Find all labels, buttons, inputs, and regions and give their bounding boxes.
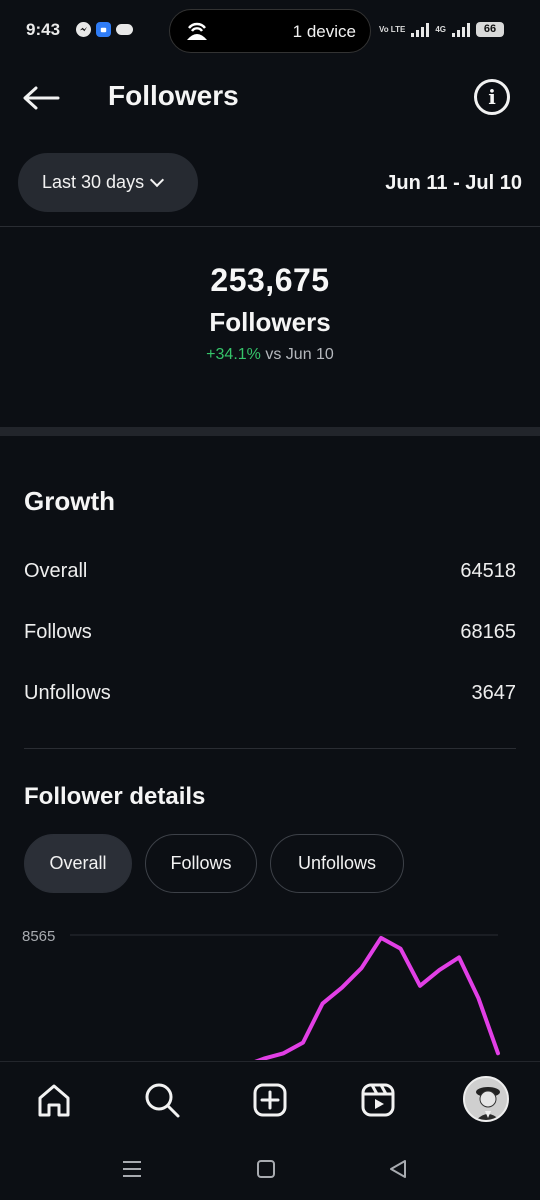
page-title: Followers xyxy=(108,80,239,111)
volte-icon: Vo LTE xyxy=(378,24,406,34)
profile-avatar-image xyxy=(465,1078,507,1120)
nav-search-button[interactable] xyxy=(142,1080,182,1120)
home-icon xyxy=(38,1084,70,1117)
search-icon xyxy=(145,1083,180,1118)
divider xyxy=(24,748,516,749)
growth-row-value: 68165 xyxy=(460,621,516,643)
growth-row-overall: Overall 64518 xyxy=(24,560,516,583)
nav-profile-avatar[interactable] xyxy=(463,1076,509,1122)
system-back-button[interactable] xyxy=(386,1157,410,1181)
growth-row-label: Follows xyxy=(24,621,92,643)
system-home-button[interactable] xyxy=(254,1157,278,1181)
followers-label: Followers xyxy=(209,307,331,337)
nav-create-button[interactable] xyxy=(250,1080,290,1120)
signal-icon-2 xyxy=(452,22,470,37)
dynamic-island[interactable]: 1 device xyxy=(169,9,371,53)
bottom-nav xyxy=(0,1061,540,1139)
back-triangle-icon xyxy=(390,1160,406,1178)
date-range-selector[interactable]: Last 30 days xyxy=(18,153,198,212)
growth-row-follows: Follows 68165 xyxy=(24,621,516,644)
follower-chart: 8565 xyxy=(0,915,540,1060)
chip-unfollows[interactable]: Unfollows xyxy=(270,834,404,893)
create-icon xyxy=(253,1083,287,1117)
nav-reels-button[interactable] xyxy=(358,1080,398,1120)
back-arrow-icon xyxy=(23,86,60,110)
network-type-icon: 4G xyxy=(435,24,446,34)
cloud-icon xyxy=(116,24,133,35)
growth-row-value: 3647 xyxy=(471,682,517,704)
chart-series-line xyxy=(254,935,500,1060)
back-button[interactable] xyxy=(22,78,62,118)
followers-summary: 253,675 Followers +34.1% vs Jun 10 xyxy=(0,262,540,364)
growth-title: Growth xyxy=(24,486,115,516)
status-system-icons: Vo LTE 4G 66 xyxy=(379,22,504,37)
menu-icon xyxy=(123,1161,141,1177)
divider xyxy=(0,226,540,227)
app-notification-icon xyxy=(96,22,111,37)
header: Followers i xyxy=(0,62,540,134)
growth-row-unfollows: Unfollows 3647 xyxy=(24,682,516,705)
status-notification-icons xyxy=(76,22,133,37)
system-nav-bar xyxy=(0,1139,540,1200)
system-menu-button[interactable] xyxy=(120,1157,144,1181)
chip-follows[interactable]: Follows xyxy=(145,834,257,893)
date-range-selector-label: Last 30 days xyxy=(42,172,145,192)
followers-total: 253,675 xyxy=(210,262,330,298)
growth-row-label: Overall xyxy=(24,560,88,582)
growth-row-label: Unfollows xyxy=(24,682,111,704)
info-button[interactable]: i xyxy=(474,79,510,115)
home-square-icon xyxy=(257,1160,275,1178)
status-bar: 9:43 1 device Vo LTE 4G 66 xyxy=(0,0,540,62)
change-percent: +34.1% xyxy=(206,346,261,363)
followers-change: +34.1% vs Jun 10 xyxy=(0,346,540,364)
status-time: 9:43 xyxy=(26,20,61,39)
follower-details-title: Follower details xyxy=(24,783,206,810)
follower-chart-svg: 8565 xyxy=(22,928,500,1060)
details-filter-chips: Overall Follows Unfollows xyxy=(24,834,404,893)
growth-row-value: 64518 xyxy=(460,560,516,582)
info-icon: i xyxy=(488,85,496,109)
chevron-down-icon xyxy=(150,172,165,187)
section-divider xyxy=(0,427,540,436)
messenger-icon xyxy=(76,22,91,37)
island-text: 1 device xyxy=(292,22,356,41)
change-compare-text: vs Jun 10 xyxy=(265,346,334,363)
reels-icon xyxy=(361,1083,395,1117)
chip-overall[interactable]: Overall xyxy=(24,834,132,893)
battery-icon: 66 xyxy=(476,22,504,37)
date-range-text: Jun 11 - Jul 10 xyxy=(385,172,522,194)
hotspot-icon xyxy=(184,20,210,47)
nav-home-button[interactable] xyxy=(34,1080,74,1120)
signal-icon-1 xyxy=(411,22,430,37)
chart-y-tick-label: 8565 xyxy=(22,928,55,945)
